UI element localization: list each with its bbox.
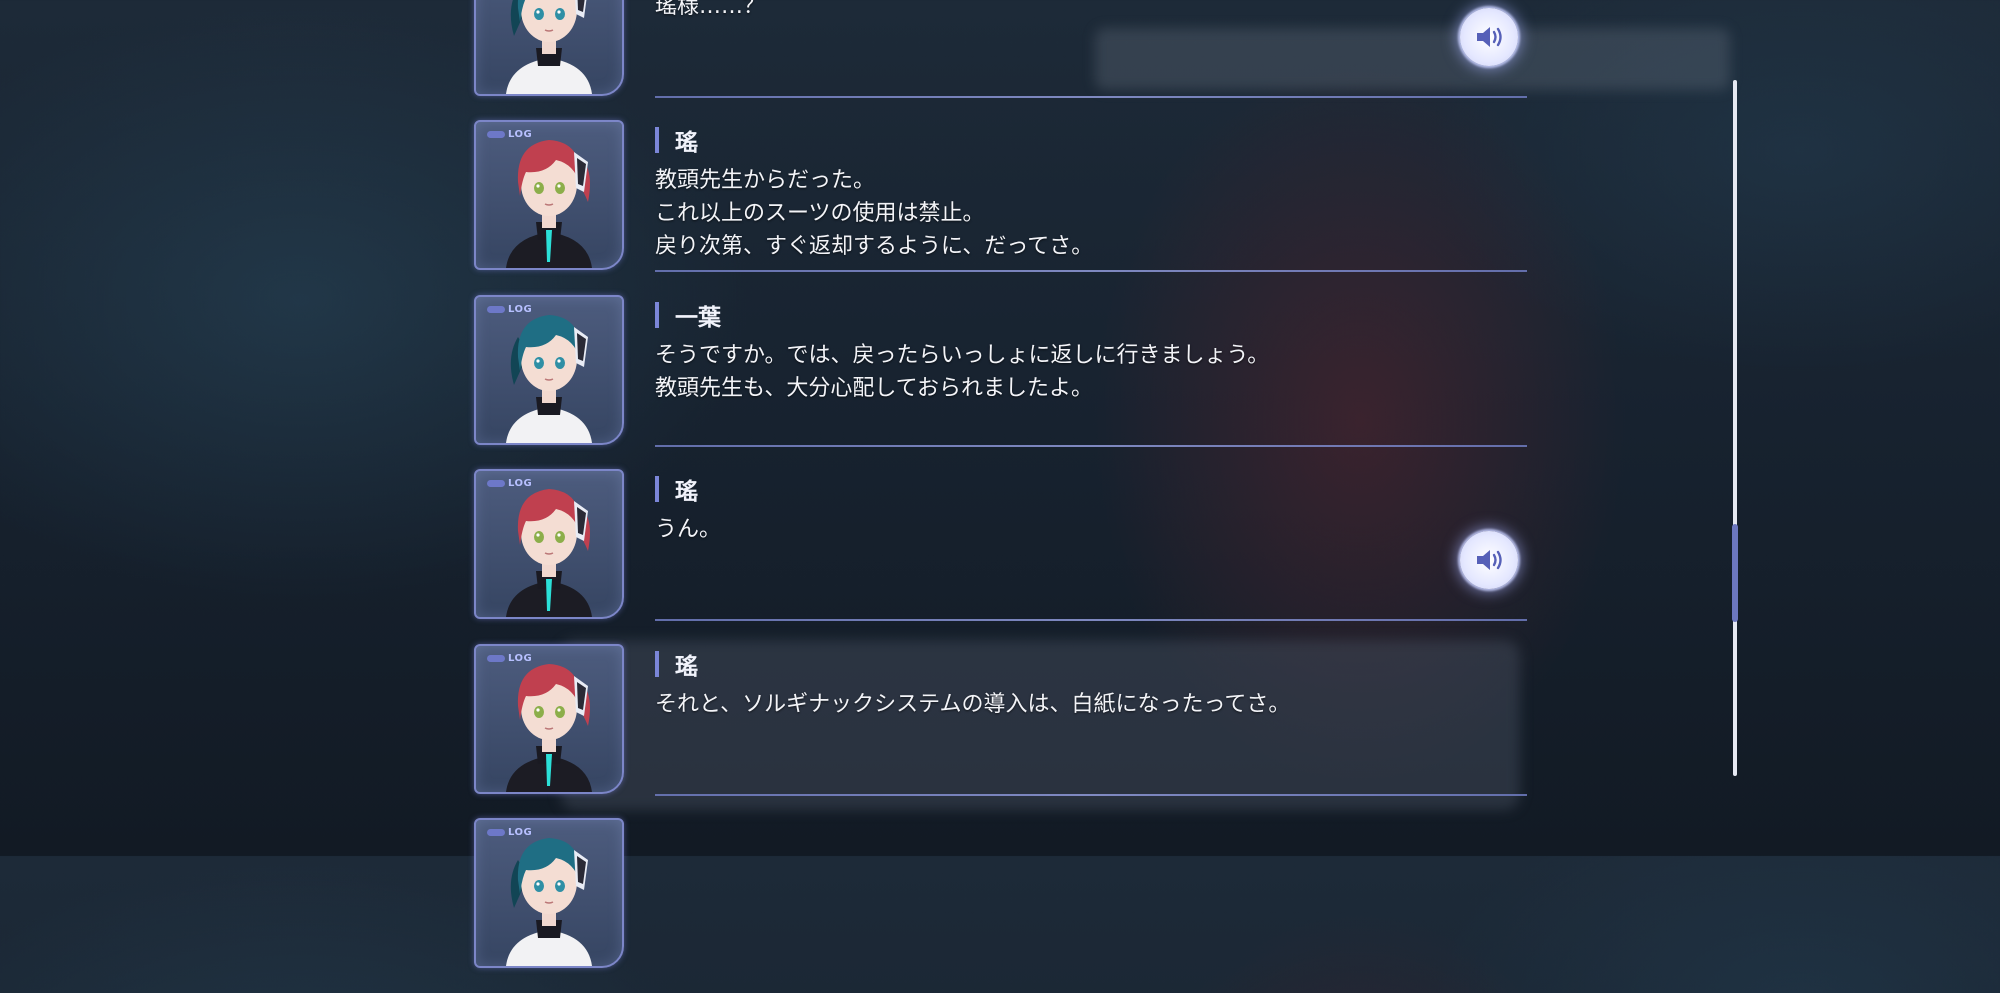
speaker-row: 瑤 bbox=[655, 125, 698, 156]
character-portrait: LOG bbox=[474, 818, 624, 968]
speaker-icon bbox=[1474, 24, 1504, 50]
log-tag-label: LOG bbox=[508, 826, 533, 838]
log-tag: LOG bbox=[484, 826, 535, 838]
speaker-row: 瑤 bbox=[655, 649, 698, 680]
entry-divider bbox=[655, 270, 1527, 272]
speaker-row: 一葉 bbox=[655, 300, 721, 331]
log-tag: LOG bbox=[484, 303, 535, 315]
log-tag-label: LOG bbox=[508, 303, 533, 315]
character-portrait: LOG bbox=[474, 469, 624, 619]
log-tag: LOG bbox=[484, 652, 535, 664]
voice-replay-button[interactable] bbox=[1460, 531, 1518, 589]
character-portrait bbox=[474, 0, 624, 96]
log-tag: LOG bbox=[484, 477, 535, 489]
backlog-scrollbar[interactable] bbox=[1732, 80, 1738, 776]
log-tag-pill-icon bbox=[487, 305, 505, 313]
dialogue-text: そうですか。では、戻ったらいっしょに返しに行きましょう。 教頭先生も、大分心配し… bbox=[655, 343, 1270, 401]
speaker-name: 一葉 bbox=[675, 305, 721, 331]
dialogue-text: うん。 bbox=[655, 517, 722, 542]
entry-divider bbox=[655, 794, 1527, 796]
entry-divider bbox=[655, 96, 1527, 98]
name-accent-bar bbox=[655, 127, 659, 153]
scrollbar-thumb[interactable] bbox=[1732, 524, 1738, 622]
entry-divider bbox=[655, 619, 1527, 621]
backlog-list[interactable]: 瑤様……？ LOG 瑤 教頭先生からだった。 これ以上のスーツの使用は禁止。 戻… bbox=[0, 0, 2000, 968]
log-tag-pill-icon bbox=[487, 654, 505, 662]
dialogue-text: 瑤様……？ bbox=[655, 0, 766, 19]
log-tag: LOG bbox=[484, 128, 535, 140]
speaker-name: 瑤 bbox=[675, 479, 698, 505]
character-portrait: LOG bbox=[474, 295, 624, 445]
log-tag-pill-icon bbox=[487, 130, 505, 138]
dialogue-text: それと、ソルギナックシステムの導入は、白紙になったってさ。 bbox=[655, 692, 1291, 717]
log-tag-pill-icon bbox=[487, 828, 505, 836]
name-accent-bar bbox=[655, 476, 659, 502]
name-accent-bar bbox=[655, 651, 659, 677]
log-entry: LOG 瑤 それと、ソルギナックシステムの導入は、白紙になったってさ。 bbox=[470, 644, 1530, 819]
speaker-row: 瑤 bbox=[655, 474, 698, 505]
log-tag-label: LOG bbox=[508, 477, 533, 489]
speaker-icon bbox=[1474, 547, 1504, 573]
dialogue-text: 教頭先生からだった。 これ以上のスーツの使用は禁止。 戻り次第、すぐ返却するよう… bbox=[655, 168, 1094, 259]
log-entry: 瑤様……？ bbox=[470, 0, 1530, 121]
log-entry: LOG 瑤 うん。 bbox=[470, 469, 1530, 644]
log-entry: LOG 瑤 教頭先生からだった。 これ以上のスーツの使用は禁止。 戻り次第、すぐ… bbox=[470, 120, 1530, 295]
entry-divider bbox=[655, 445, 1527, 447]
log-tag-pill-icon bbox=[487, 479, 505, 487]
character-portrait: LOG bbox=[474, 644, 624, 794]
log-entry: LOG 一葉 そうですか。では、戻ったらいっしょに返しに行きましょう。 教頭先生… bbox=[470, 295, 1530, 470]
character-portrait: LOG bbox=[474, 120, 624, 270]
speaker-name: 瑤 bbox=[675, 654, 698, 680]
log-tag-label: LOG bbox=[508, 128, 533, 140]
log-tag-label: LOG bbox=[508, 652, 533, 664]
log-entry: LOG bbox=[470, 818, 1530, 993]
speaker-name: 瑤 bbox=[675, 130, 698, 156]
voice-replay-button[interactable] bbox=[1460, 8, 1518, 66]
name-accent-bar bbox=[655, 302, 659, 328]
